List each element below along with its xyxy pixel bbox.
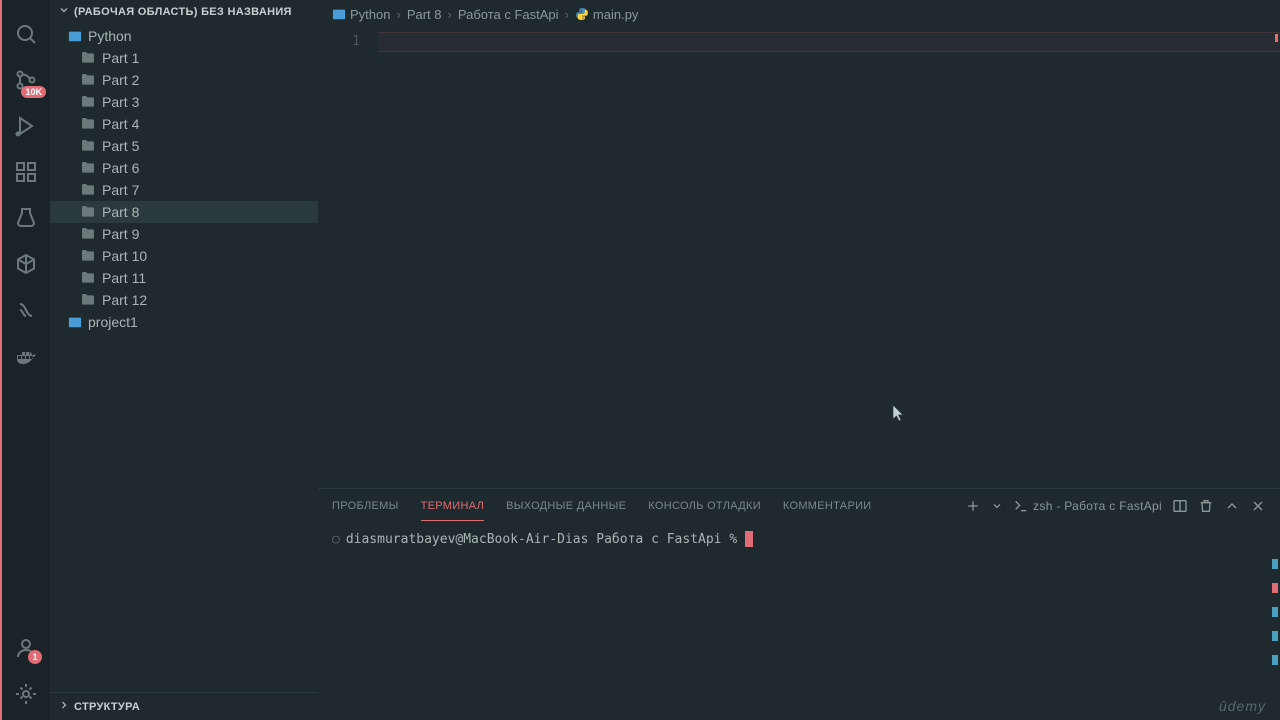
chevron-right-icon <box>58 699 70 714</box>
tree-label: Part 12 <box>102 292 147 308</box>
breadcrumbs: Python › Part 8 › Работа с FastApi › mai… <box>318 0 1280 28</box>
tree-folder[interactable]: Part 9 <box>50 223 318 245</box>
tree-label: Part 4 <box>102 116 139 132</box>
tree-label: Part 2 <box>102 72 139 88</box>
tree-label: Part 3 <box>102 94 139 110</box>
kill-terminal-icon[interactable] <box>1198 498 1214 514</box>
terminal-minimap <box>1272 559 1278 665</box>
tree-label: Part 1 <box>102 50 139 66</box>
testing-icon[interactable] <box>12 204 40 232</box>
editor[interactable]: 1 <box>318 28 1280 488</box>
tab-problems[interactable]: ПРОБЛЕМЫ <box>332 492 399 520</box>
breadcrumb-item[interactable]: main.py <box>575 7 639 22</box>
folder-icon <box>80 160 96 176</box>
bottom-panel: ПРОБЛЕМЫ ТЕРМИНАЛ ВЫХОДНЫЕ ДАННЫЕ КОНСОЛ… <box>318 488 1280 720</box>
tree-folder[interactable]: Part 11 <box>50 267 318 289</box>
tree-root-python[interactable]: Python <box>50 25 318 47</box>
folder-icon <box>80 138 96 154</box>
tree-folder[interactable]: Part 8 <box>50 201 318 223</box>
editor-content[interactable] <box>378 28 1280 488</box>
project-icon <box>68 29 82 43</box>
terminal-cursor <box>745 531 753 547</box>
accounts-badge: 1 <box>28 650 42 664</box>
tree-folder[interactable]: Part 6 <box>50 157 318 179</box>
tab-debug-console[interactable]: КОНСОЛЬ ОТЛАДКИ <box>648 492 761 520</box>
tree-label: Python <box>88 28 132 44</box>
activity-bar: 10K 1 <box>0 0 50 720</box>
project-icon <box>68 315 82 329</box>
tree-folder[interactable]: Part 7 <box>50 179 318 201</box>
chevron-down-icon <box>58 4 70 19</box>
settings-icon[interactable] <box>12 680 40 708</box>
maximize-panel-icon[interactable] <box>1224 498 1240 514</box>
folder-icon <box>80 226 96 242</box>
extensions-icon[interactable] <box>12 158 40 186</box>
tree-folder[interactable]: Part 3 <box>50 91 318 113</box>
watermark: ûdemy <box>1219 698 1266 714</box>
workspace-title: (РАБОЧАЯ ОБЛАСТЬ) БЕЗ НАЗВАНИЯ <box>74 6 292 18</box>
tree-label: Part 11 <box>102 270 146 286</box>
file-tree: Python Part 1 Part 2 Part 3 Part 4 Part 5 Par… <box>50 23 318 692</box>
overview-ruler-mark <box>1275 34 1278 42</box>
workspace-header[interactable]: (РАБОЧАЯ ОБЛАСТЬ) БЕЗ НАЗВАНИЯ <box>50 0 318 23</box>
folder-icon <box>80 182 96 198</box>
breadcrumb-item[interactable]: Part 8 <box>407 7 442 22</box>
debug-icon[interactable] <box>12 112 40 140</box>
tree-folder[interactable]: Part 12 <box>50 289 318 311</box>
tree-folder[interactable]: Part 10 <box>50 245 318 267</box>
line-number: 1 <box>318 34 360 49</box>
tree-label: Part 7 <box>102 182 139 198</box>
editor-gutter: 1 <box>318 28 378 488</box>
source-control-badge: 10K <box>21 86 46 98</box>
tree-label: Part 8 <box>102 204 139 220</box>
tree-label: project1 <box>88 314 138 330</box>
remote-icon[interactable] <box>12 296 40 324</box>
main-area: Python › Part 8 › Работа с FastApi › mai… <box>318 0 1280 720</box>
breadcrumb-item[interactable]: Работа с FastApi <box>458 7 559 22</box>
terminal-selector[interactable]: zsh - Работа с FastApi <box>1013 498 1162 514</box>
package-icon[interactable] <box>12 250 40 278</box>
tree-project1[interactable]: project1 <box>50 311 318 333</box>
close-panel-icon[interactable] <box>1250 498 1266 514</box>
outline-header[interactable]: СТРУКТУРА <box>50 692 318 720</box>
breadcrumb-item[interactable]: Python <box>332 7 390 22</box>
outline-title: СТРУКТУРА <box>74 701 140 713</box>
tree-label: Part 5 <box>102 138 139 154</box>
folder-icon <box>80 248 96 264</box>
search-icon[interactable] <box>12 20 40 48</box>
sidebar: (РАБОЧАЯ ОБЛАСТЬ) БЕЗ НАЗВАНИЯ Python Pa… <box>50 0 318 720</box>
breadcrumb-separator: › <box>565 7 569 22</box>
tree-label: Part 6 <box>102 160 139 176</box>
panel-actions: zsh - Работа с FastApi <box>965 498 1266 514</box>
folder-icon <box>80 50 96 66</box>
new-terminal-button[interactable] <box>965 498 981 514</box>
docker-icon[interactable] <box>12 342 40 370</box>
terminal-prompt: diasmuratbayev@MacBook-Air-Dias Работа с… <box>346 532 737 547</box>
tree-folder[interactable]: Part 5 <box>50 135 318 157</box>
breadcrumb-separator: › <box>396 7 400 22</box>
terminal-body[interactable]: ○ diasmuratbayev@MacBook-Air-Dias Работа… <box>318 523 1280 720</box>
folder-icon <box>80 204 96 220</box>
tree-label: Part 10 <box>102 248 147 264</box>
tree-folder[interactable]: Part 1 <box>50 47 318 69</box>
tree-folder[interactable]: Part 4 <box>50 113 318 135</box>
panel-tabs: ПРОБЛЕМЫ ТЕРМИНАЛ ВЫХОДНЫЕ ДАННЫЕ КОНСОЛ… <box>318 489 1280 523</box>
breadcrumb-separator: › <box>448 7 452 22</box>
folder-icon <box>80 270 96 286</box>
terminal-circle-icon: ○ <box>332 532 340 547</box>
folder-icon <box>80 72 96 88</box>
tree-label: Part 9 <box>102 226 139 242</box>
tab-comments[interactable]: КОММЕНТАРИИ <box>783 492 872 520</box>
tree-folder[interactable]: Part 2 <box>50 69 318 91</box>
accounts-icon[interactable]: 1 <box>12 634 40 662</box>
split-terminal-icon[interactable] <box>1172 498 1188 514</box>
source-control-icon[interactable]: 10K <box>12 66 40 94</box>
tab-output[interactable]: ВЫХОДНЫЕ ДАННЫЕ <box>506 492 626 520</box>
folder-icon <box>80 94 96 110</box>
line-highlight <box>378 32 1280 52</box>
terminal-dropdown-icon[interactable] <box>991 500 1003 512</box>
folder-icon <box>80 292 96 308</box>
tab-terminal[interactable]: ТЕРМИНАЛ <box>421 492 484 521</box>
folder-icon <box>80 116 96 132</box>
